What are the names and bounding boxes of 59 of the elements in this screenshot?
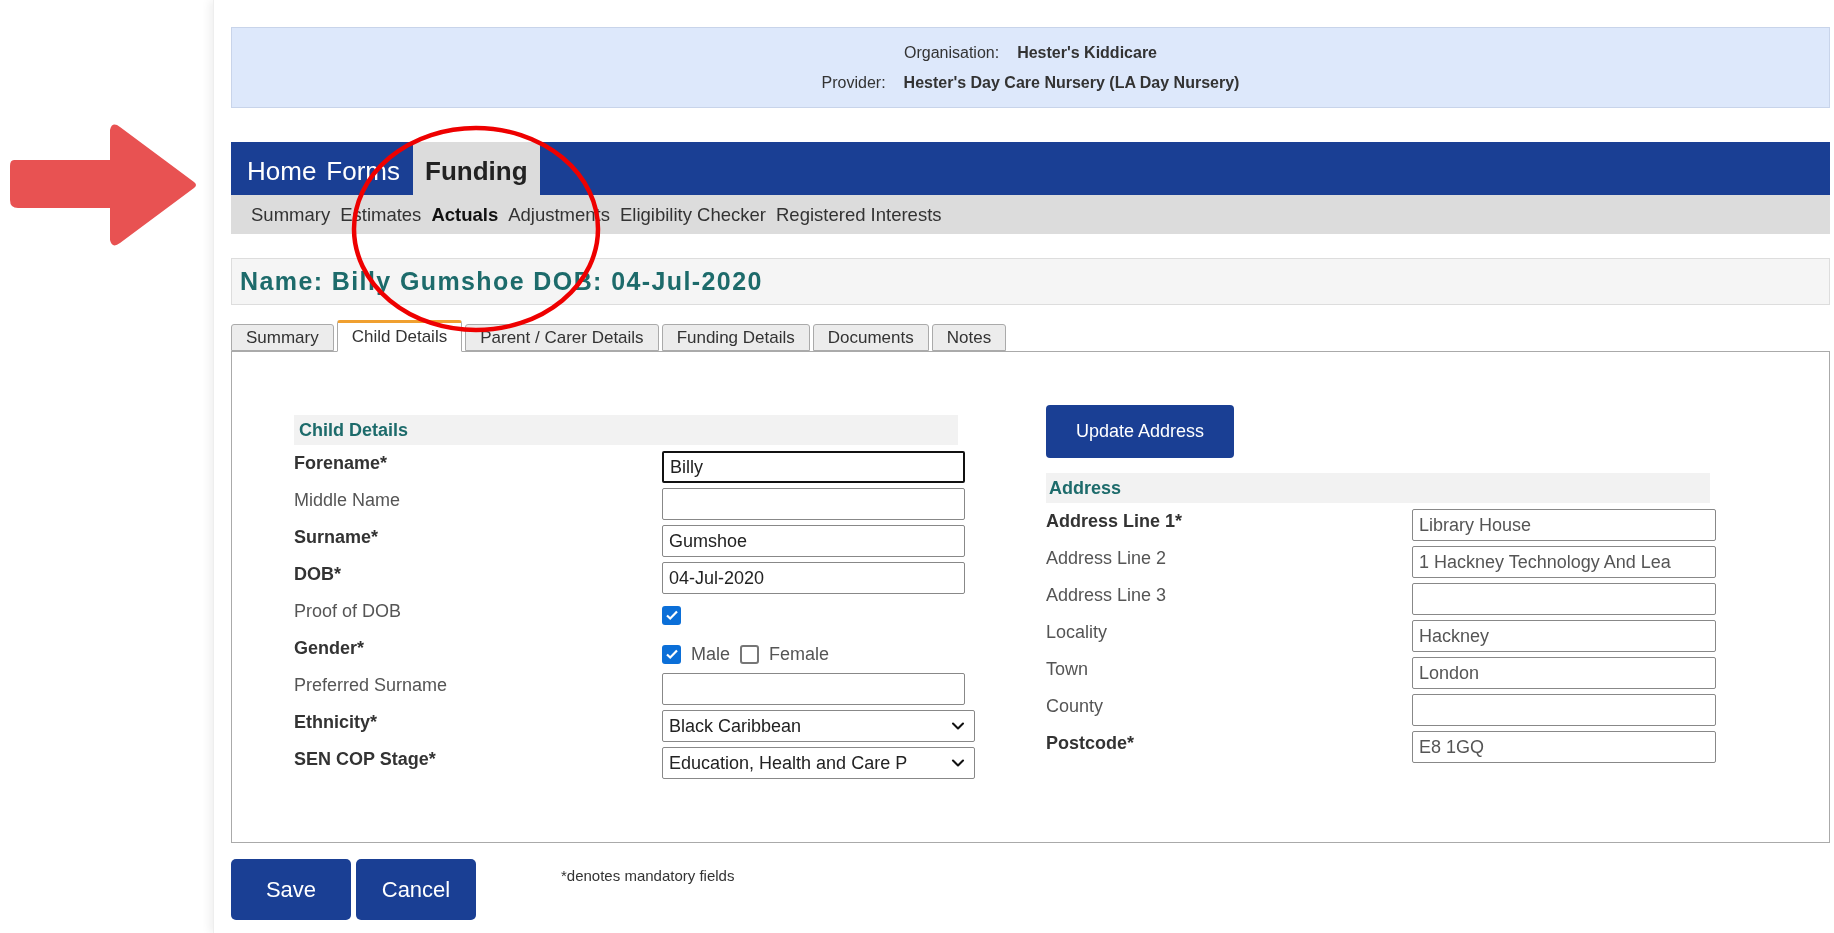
select-field[interactable]: Black Caribbean xyxy=(662,710,975,742)
field-label: Forename* xyxy=(294,452,388,475)
select-field[interactable]: Education, Health and Care P xyxy=(662,747,975,779)
update-address-button[interactable]: Update Address xyxy=(1046,405,1234,458)
field-label: DOB* xyxy=(294,563,341,586)
field-label: Ethnicity* xyxy=(294,711,377,734)
check-icon xyxy=(664,608,679,622)
field-label: Surname* xyxy=(294,526,379,549)
text-field[interactable]: London xyxy=(1412,657,1716,689)
banner-label: Organisation: xyxy=(903,42,1000,63)
tab[interactable]: Funding Details xyxy=(661,324,810,351)
text-field[interactable]: Library House xyxy=(1412,509,1716,541)
text-field[interactable]: E8 1GQ xyxy=(1412,731,1716,763)
sub-nav-link[interactable]: Actuals xyxy=(431,200,499,229)
field-label: County xyxy=(1046,696,1104,716)
nav-tab[interactable]: Home xyxy=(246,142,318,195)
text-field[interactable] xyxy=(1412,694,1716,726)
tab[interactable]: Notes xyxy=(931,324,1007,351)
field-label: SEN COP Stage* xyxy=(294,748,436,771)
field-label: Address Line 3 xyxy=(1046,585,1167,605)
sub-nav-link[interactable]: Summary xyxy=(251,200,331,229)
tab[interactable]: Documents xyxy=(812,324,929,351)
text-field[interactable] xyxy=(662,488,965,520)
banner-value: Hester's Kiddicare xyxy=(1017,42,1157,63)
text-field[interactable] xyxy=(662,673,965,705)
field-label: Locality xyxy=(1046,622,1108,642)
field-label: Gender* xyxy=(294,637,365,660)
option-label: Male xyxy=(691,642,730,666)
checkbox[interactable] xyxy=(740,644,759,664)
checkbox[interactable] xyxy=(662,605,681,625)
check-icon xyxy=(664,647,679,661)
text-field[interactable] xyxy=(1412,583,1716,615)
tab[interactable]: Child Details xyxy=(336,320,463,352)
field-label: Town xyxy=(1046,659,1089,679)
tab[interactable]: Parent / Carer Details xyxy=(465,324,659,351)
option-label: Female xyxy=(769,642,830,666)
field-label: Postcode* xyxy=(1046,733,1135,753)
text-field[interactable]: Billy xyxy=(662,451,965,483)
section-heading: Child Details xyxy=(299,418,409,442)
text-field[interactable]: Hackney xyxy=(1412,620,1716,652)
text-field[interactable]: 1 Hackney Technology And Lea xyxy=(1412,546,1716,578)
text-field[interactable]: Gumshoe xyxy=(662,525,965,557)
section-heading: Address xyxy=(1049,476,1122,500)
banner-label: Provider: xyxy=(821,72,886,93)
field-label: Address Line 2 xyxy=(1046,548,1167,568)
field-label: Middle Name xyxy=(294,489,401,512)
sub-nav-link[interactable]: Eligibility Checker xyxy=(620,200,766,229)
banner-value: Hester's Day Care Nursery (LA Day Nursery) xyxy=(903,72,1240,93)
sub-nav-link[interactable]: Registered Interests xyxy=(776,200,942,229)
tab[interactable]: Summary xyxy=(231,324,334,351)
field-label: Proof of DOB xyxy=(294,600,402,623)
checkbox[interactable] xyxy=(662,644,681,664)
field-label: Address Line 1* xyxy=(1046,511,1183,531)
text-field[interactable]: 04-Jul-2020 xyxy=(662,562,965,594)
mandatory-note: *denotes mandatory fields xyxy=(561,866,735,886)
field-label: Preferred Surname xyxy=(294,674,448,697)
save-button[interactable]: Save xyxy=(231,859,351,920)
nav-tab[interactable]: Funding xyxy=(413,142,540,195)
cancel-button[interactable]: Cancel xyxy=(356,859,476,920)
